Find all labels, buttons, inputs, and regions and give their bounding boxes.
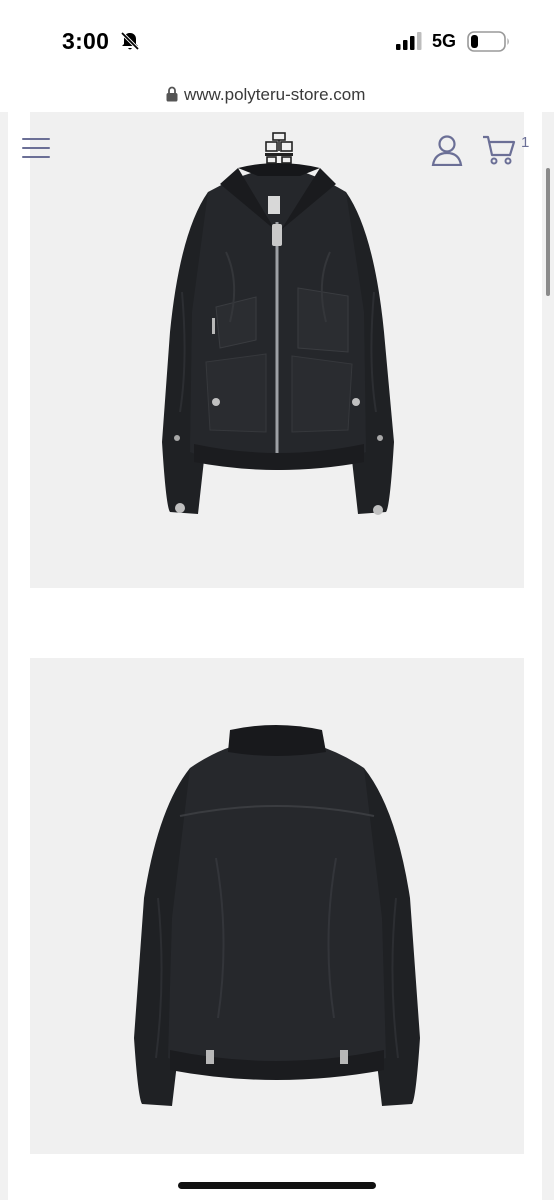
logo-icon[interactable] [264,132,294,164]
web-page: 1 [0,112,554,1200]
product-image-front[interactable] [30,112,524,588]
account-icon[interactable] [431,134,463,166]
cart-count-badge[interactable]: 1 [521,134,529,151]
lock-icon [166,86,178,102]
product-image-back[interactable] [30,658,524,1154]
jacket-back-illustration [134,725,420,1106]
page-gutter-left [0,112,8,1200]
scrollbar[interactable] [546,168,550,296]
network-label: 5G [432,31,457,51]
url-bar[interactable]: www.polyteru-store.com [0,78,554,112]
home-indicator[interactable] [178,1182,376,1189]
jacket-front-illustration [162,163,394,515]
status-bar: 3:00 5G [0,0,554,78]
cart-icon[interactable] [482,134,516,166]
battery-icon [467,31,509,52]
bell-muted-icon [120,31,140,51]
url-text[interactable]: www.polyteru-store.com [184,85,365,105]
status-time: 3:00 [62,28,110,54]
menu-icon[interactable] [22,138,50,160]
signal-icon [396,32,422,50]
